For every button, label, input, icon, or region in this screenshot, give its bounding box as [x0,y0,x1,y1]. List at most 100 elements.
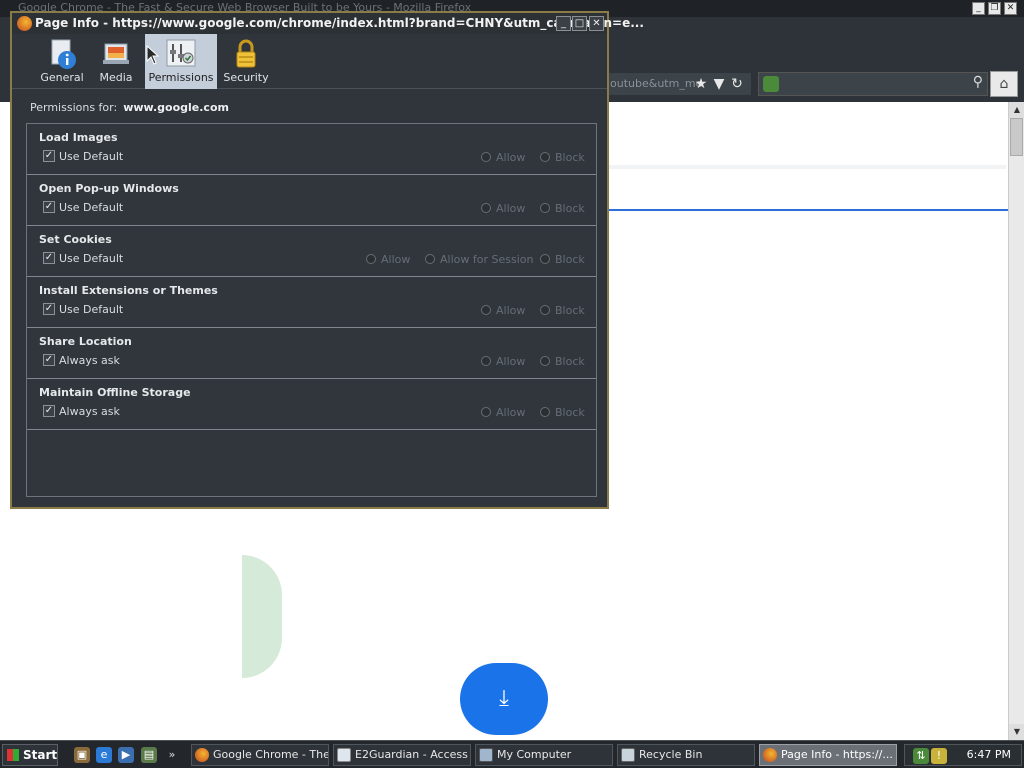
radio-icon[interactable] [540,305,550,315]
network-tray-icon[interactable]: ⇅ [913,748,929,764]
permission-title: Load Images [39,131,118,144]
search-icon[interactable]: ⚲ [973,74,983,90]
checkbox-checked-icon[interactable]: ✓ [43,252,55,264]
checkbox-checked-icon[interactable]: ✓ [43,201,55,213]
security-tray-icon[interactable]: ! [931,748,947,764]
search-box[interactable]: ⚲ [758,72,988,96]
radio-icon[interactable] [540,407,550,417]
bookmark-star-icon[interactable]: ★ [692,73,710,95]
checkbox-checked-icon[interactable]: ✓ [43,405,55,417]
windows-logo-icon [7,749,19,761]
tab-security-label: Security [223,71,269,84]
browser-close-button[interactable]: ✕ [1004,2,1017,15]
document-icon [337,748,351,762]
radio-icon[interactable] [540,203,550,213]
taskbar-item-my-computer[interactable]: My Computer [475,744,613,766]
dialog-maximize-button[interactable]: □ [572,16,587,31]
radio-label: Allow [381,253,411,266]
radio-icon[interactable] [540,254,550,264]
download-button[interactable]: ⤓ [460,663,548,735]
permissions-site: www.google.com [123,101,229,114]
explorer-icon[interactable]: ▤ [141,747,157,763]
radio-label: Block [555,355,585,368]
reload-icon[interactable]: ↻ [728,73,746,95]
quicklaunch-more-icon[interactable]: » [164,747,180,763]
page-accent-line [608,209,1008,211]
browser-minimize-button[interactable]: _ [972,2,985,15]
radio-label: Block [555,202,585,215]
radio-icon[interactable] [366,254,376,264]
radio-icon[interactable] [481,356,491,366]
radio-label: Allow [496,304,526,317]
permissions-for-line: Permissions for: www.google.com [30,101,229,114]
permissions-list: Load Images ✓ Use Default Allow Block Op… [26,123,597,497]
home-icon: ⌂ [999,76,1009,92]
radio-icon[interactable] [425,254,435,264]
taskbar-item-e2guardian[interactable]: E2Guardian - Access ... [333,744,471,766]
start-button[interactable]: Start [2,744,58,766]
info-icon [51,39,76,69]
taskbar: Start ▣ e ▶ ▤ » Google Chrome - The... E… [0,740,1024,768]
taskbar-item-label: My Computer [497,748,572,761]
dialog-minimize-button[interactable]: _ [556,16,571,31]
radio-icon[interactable] [540,152,550,162]
clock[interactable]: 6:47 PM [967,748,1011,761]
mouse-cursor-icon [146,45,160,65]
checkbox-checked-icon[interactable]: ✓ [43,354,55,366]
checkbox-label: Always ask [59,405,120,418]
checkbox-label: Use Default [59,201,124,214]
radio-label: Block [555,406,585,419]
taskbar-item-label: Page Info - https://... [781,748,893,761]
radio-icon[interactable] [481,407,491,417]
radio-label: Block [555,304,585,317]
radio-label: Allow for Session [440,253,534,266]
scroll-up-arrow-icon[interactable]: ▲ [1009,102,1024,118]
permission-row-popups: Open Pop-up Windows ✓ Use Default Allow … [27,175,596,226]
radio-label: Allow [496,202,526,215]
tab-media[interactable]: Media [80,34,152,89]
checkbox-checked-icon[interactable]: ✓ [43,150,55,162]
checkbox-checked-icon[interactable]: ✓ [43,303,55,315]
radio-label: Allow [496,406,526,419]
page-decorative-shape [242,555,282,678]
dialog-close-button[interactable]: ✕ [589,16,604,31]
taskbar-item-page-info[interactable]: Page Info - https://... [759,744,897,766]
radio-icon[interactable] [481,203,491,213]
scroll-down-arrow-icon[interactable]: ▼ [1009,724,1024,740]
home-button[interactable]: ⌂ [990,71,1018,97]
media-player-icon[interactable]: ▶ [118,747,134,763]
permission-row-location: Share Location ✓ Always ask Allow Block [27,328,596,379]
lock-icon [236,39,256,68]
permission-title: Share Location [39,335,132,348]
tab-security[interactable]: Security [210,34,282,89]
taskbar-item-google-chrome[interactable]: Google Chrome - The... [191,744,329,766]
permissions-for-label: Permissions for: [30,101,118,114]
taskbar-item-recycle-bin[interactable]: Recycle Bin [617,744,755,766]
page-info-dialog: Page Info - https://www.google.com/chrom… [10,11,644,509]
recycle-bin-icon [621,748,635,762]
dialog-titlebar: Page Info - https://www.google.com/chrom… [12,13,644,34]
computer-icon [479,748,493,762]
show-desktop-icon[interactable]: ▣ [74,747,90,763]
scrollbar-thumb[interactable] [1010,118,1023,156]
checkbox-label: Use Default [59,150,124,163]
download-icon: ⤓ [499,686,509,711]
radio-label: Block [555,151,585,164]
permission-title: Open Pop-up Windows [39,182,179,195]
permission-title: Install Extensions or Themes [39,284,218,297]
page-scrollbar[interactable]: ▲ ▼ [1008,102,1024,740]
permission-row-extensions: Install Extensions or Themes ✓ Use Defau… [27,277,596,328]
tab-permissions-label: Permissions [148,71,214,84]
media-icon [103,43,129,64]
history-dropdown-icon[interactable]: ▼ [710,73,728,95]
dialog-title: Page Info - https://www.google.com/chrom… [35,16,644,30]
radio-icon[interactable] [540,356,550,366]
browser-restore-button[interactable]: ❐ [988,2,1001,15]
permissions-icon [166,39,196,67]
internet-explorer-icon[interactable]: e [96,747,112,763]
radio-icon[interactable] [481,305,491,315]
tab-media-label: Media [99,71,133,84]
google-search-engine-icon[interactable] [763,76,779,92]
radio-icon[interactable] [481,152,491,162]
browser-nav-bar: outube&utm_me ★ ▼ ↻ ⚲ ⌂ [606,70,1024,98]
